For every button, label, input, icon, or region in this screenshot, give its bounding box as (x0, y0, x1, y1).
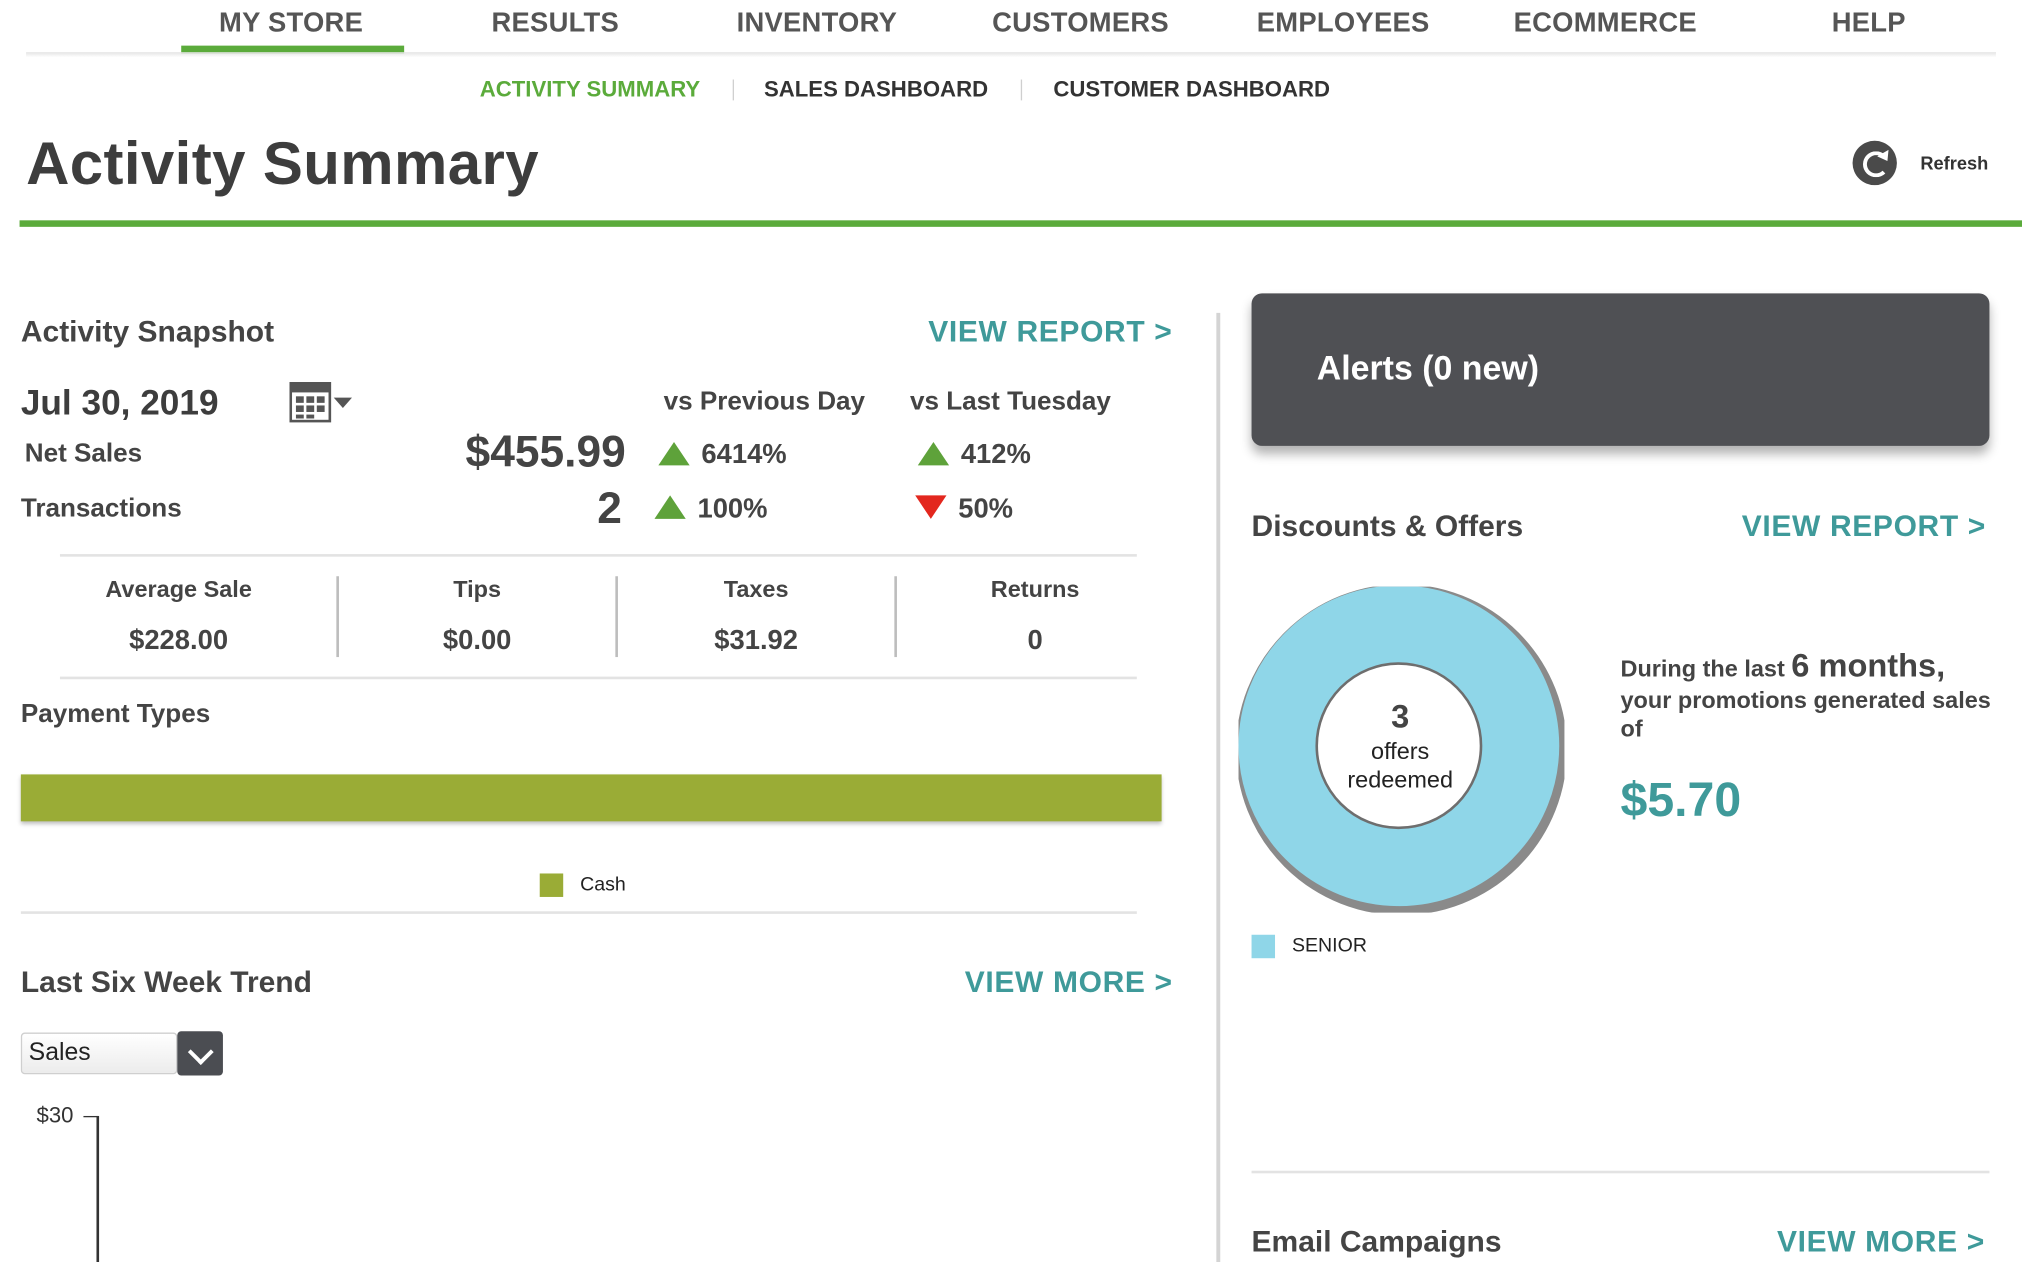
refresh-button[interactable]: Refresh (1920, 153, 1988, 174)
calendar-icon[interactable] (289, 381, 352, 423)
transactions-vs-last: 50% (958, 494, 1014, 525)
discounts-title: Discounts & Offers (1251, 508, 1524, 543)
column-divider (1216, 312, 1221, 1262)
vs-previous-day-header: vs Previous Day (663, 387, 866, 416)
six-week-trend-title: Last Six Week Trend (20, 964, 312, 999)
net-sales-vs-prev: 6414% (701, 439, 787, 470)
top-nav: MY STORE RESULTS INVENTORY CUSTOMERS EMP… (0, 0, 2022, 58)
email-view-more-link[interactable]: VIEW MORE > (1777, 1224, 1985, 1259)
y-axis-line (96, 1115, 100, 1262)
promo-line3: of (1620, 715, 1643, 742)
legend-label-senior: SENIOR (1291, 934, 1367, 957)
snapshot-date: Jul 30, 2019 (20, 383, 219, 423)
nav-help[interactable]: HELP (1832, 8, 1906, 39)
transactions-label: Transactions (20, 494, 182, 523)
chevron-down-icon[interactable] (177, 1031, 223, 1076)
discounts-view-report-link[interactable]: VIEW REPORT > (1742, 508, 1986, 543)
trend-up-icon (917, 441, 950, 466)
payment-types-title: Payment Types (20, 700, 211, 729)
divider (59, 676, 1137, 680)
nav-my-store[interactable]: MY STORE (219, 8, 363, 39)
app-stage: MY STORE RESULTS INVENTORY CUSTOMERS EMP… (0, 0, 2022, 1262)
title-divider (19, 220, 2022, 227)
promo-line2: your promotions generated sales (1620, 687, 1991, 714)
average-sale-value: $228.00 (129, 625, 229, 656)
activity-snapshot-title: Activity Snapshot (20, 314, 275, 349)
nav-inventory[interactable]: INVENTORY (737, 8, 898, 39)
promo-line1: During the last 6 months, (1620, 648, 1945, 686)
trend-view-more-link[interactable]: VIEW MORE > (965, 965, 1173, 1000)
trend-down-icon (915, 495, 947, 519)
stat-divider (894, 576, 897, 658)
subnav-divider (1020, 79, 1023, 101)
subnav-customer-dashboard[interactable]: CUSTOMER DASHBOARD (1053, 77, 1330, 103)
trend-up-icon (654, 495, 686, 519)
divider (59, 554, 1137, 557)
snapshot-view-report-link[interactable]: VIEW REPORT > (928, 314, 1172, 349)
taxes-label: Taxes (723, 576, 789, 603)
net-sales-label: Net Sales (24, 439, 143, 469)
promo-amount: $5.70 (1620, 773, 1742, 827)
stat-divider (336, 576, 339, 658)
y-axis-tick-label: $30 (36, 1102, 74, 1128)
taxes-value: $31.92 (714, 625, 799, 656)
subnav-activity-summary[interactable]: ACTIVITY SUMMARY (480, 77, 700, 103)
nav-employees[interactable]: EMPLOYEES (1257, 8, 1430, 39)
payment-bar-cash (20, 774, 1162, 822)
legend-swatch-cash (539, 873, 564, 897)
email-campaigns-title: Email Campaigns (1251, 1224, 1502, 1259)
returns-value: 0 (1027, 625, 1043, 656)
vs-last-tuesday-header: vs Last Tuesday (909, 387, 1111, 416)
returns-label: Returns (990, 576, 1080, 603)
tips-value: $0.00 (442, 625, 512, 656)
net-sales-vs-last: 412% (960, 439, 1031, 470)
page-title: Activity Summary (26, 129, 539, 197)
trend-up-icon (658, 441, 690, 466)
nav-results[interactable]: RESULTS (491, 8, 619, 39)
promo-period: 6 months, (1791, 647, 1946, 685)
offers-count: 3 (1391, 698, 1410, 736)
average-sale-label: Average Sale (105, 576, 252, 603)
promo-prefix: During the last (1620, 655, 1792, 682)
nav-customers[interactable]: CUSTOMERS (992, 8, 1169, 39)
divider (1251, 1170, 1990, 1174)
net-sales-value: $455.99 (465, 427, 626, 478)
trend-metric-select[interactable]: Sales (20, 1032, 178, 1075)
transactions-value: 2 (597, 483, 622, 534)
tips-label: Tips (453, 576, 502, 603)
legend-swatch-senior (1251, 934, 1276, 959)
nav-shadow (26, 52, 1996, 58)
divider (20, 911, 1137, 914)
subnav-divider (732, 79, 734, 101)
offers-label-line2: redeemed (1347, 766, 1454, 793)
refresh-icon[interactable] (1852, 140, 1897, 186)
nav-ecommerce[interactable]: ECOMMERCE (1514, 8, 1697, 39)
alerts-panel[interactable]: Alerts (0 new) (1251, 293, 1990, 446)
transactions-vs-prev: 100% (697, 494, 768, 525)
sub-nav: ACTIVITY SUMMARY SALES DASHBOARD CUSTOME… (0, 77, 2022, 108)
stat-divider (615, 576, 618, 658)
alerts-title: Alerts (0 new) (1316, 348, 1540, 388)
legend-label-cash: Cash (580, 873, 626, 896)
offers-label-line1: offers (1371, 737, 1430, 764)
subnav-sales-dashboard[interactable]: SALES DASHBOARD (764, 77, 988, 103)
